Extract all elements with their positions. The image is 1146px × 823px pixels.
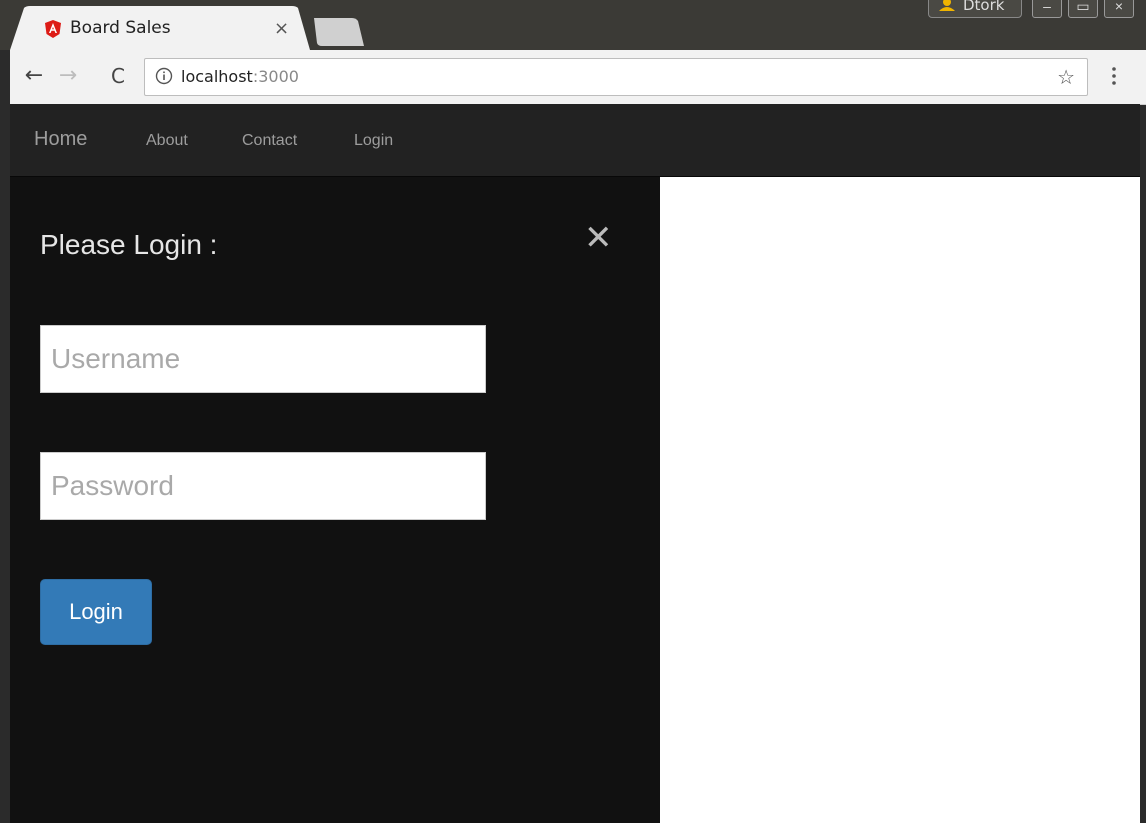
- profile-chip[interactable]: Dtork: [928, 0, 1022, 18]
- address-bar[interactable]: localhost:3000 ☆: [144, 58, 1088, 96]
- password-input[interactable]: [40, 452, 486, 520]
- tab-close-icon[interactable]: ×: [274, 18, 289, 39]
- title-bar: Board Sales × Dtork – ▭ ×: [0, 0, 1146, 50]
- login-heading: Please Login :: [40, 229, 218, 260]
- browser-window: Board Sales × Dtork – ▭ × ← → C localhos…: [0, 0, 1146, 823]
- url-host: localhost: [181, 67, 253, 86]
- tab-title: Board Sales: [70, 18, 171, 38]
- page-viewport: Home About Contact Login Please Login : …: [10, 104, 1140, 823]
- login-submit-button[interactable]: Login: [40, 579, 152, 645]
- back-arrow-icon[interactable]: ←: [22, 64, 46, 88]
- nav-home-link[interactable]: Home: [34, 128, 87, 151]
- top-navbar: Home About Contact Login: [10, 104, 1140, 177]
- minimize-button[interactable]: –: [1032, 0, 1062, 18]
- close-panel-icon[interactable]: ✕: [584, 221, 613, 255]
- profile-name: Dtork: [963, 0, 1005, 14]
- close-window-button[interactable]: ×: [1104, 0, 1134, 18]
- info-icon[interactable]: [155, 67, 173, 85]
- username-input[interactable]: [40, 325, 486, 393]
- browser-toolbar: ← → C localhost:3000 ☆: [10, 50, 1146, 105]
- browser-tab-board-sales[interactable]: Board Sales ×: [10, 6, 310, 50]
- nav-login-link[interactable]: Login: [354, 132, 393, 150]
- angular-icon: [45, 20, 61, 38]
- kebab-menu-icon[interactable]: [1106, 64, 1122, 88]
- forward-arrow-icon[interactable]: →: [56, 64, 80, 88]
- login-side-panel: Please Login : ✕ Login: [10, 177, 660, 823]
- person-icon: [939, 0, 955, 11]
- url-port: :3000: [252, 67, 299, 86]
- nav-contact-link[interactable]: Contact: [242, 132, 297, 150]
- url-text: localhost:3000: [181, 67, 299, 86]
- maximize-button[interactable]: ▭: [1068, 0, 1098, 18]
- nav-about-link[interactable]: About: [146, 132, 188, 150]
- reload-icon[interactable]: C: [106, 64, 130, 88]
- new-tab-button[interactable]: [312, 18, 364, 46]
- bookmark-star-icon[interactable]: ☆: [1057, 65, 1075, 89]
